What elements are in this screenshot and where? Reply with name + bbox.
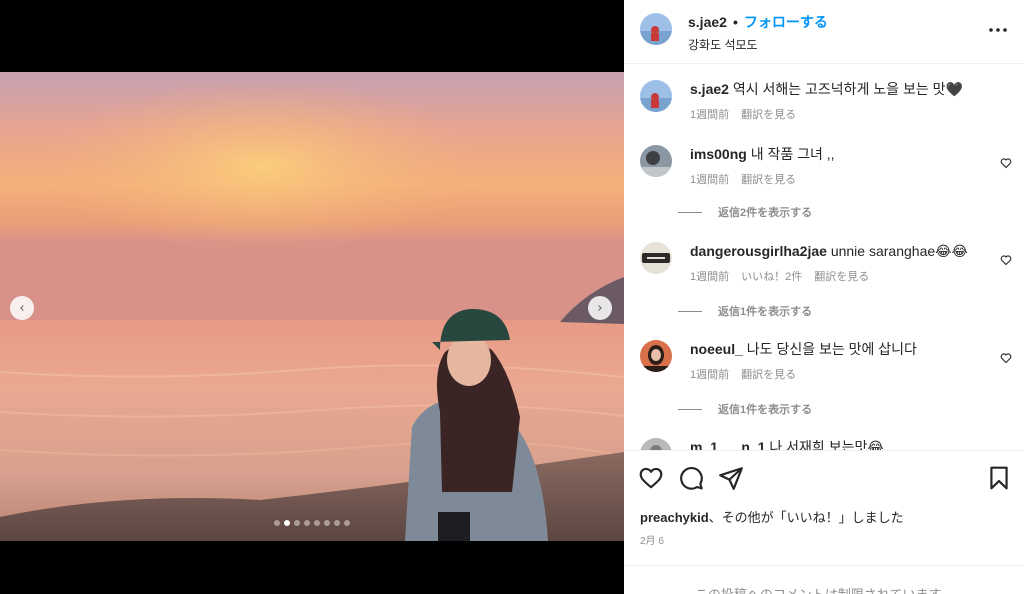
comment-text: 역시 서해는 고즈넉하게 노을 보는 맛🖤: [732, 81, 963, 97]
avatar[interactable]: [640, 242, 672, 274]
next-glyph: ›: [597, 300, 603, 316]
header-username[interactable]: s.jae2: [688, 14, 727, 30]
view-replies-label: 返信1件を表示する: [718, 306, 813, 318]
comment-text: 나 서재희 보는맛😂: [769, 439, 884, 450]
send-icon[interactable]: [718, 465, 744, 491]
post-media: ‹ ›: [0, 0, 624, 594]
heart-icon[interactable]: [1000, 352, 1012, 364]
translate-button[interactable]: 翻訳を見る: [741, 106, 796, 122]
comment-time[interactable]: 1週間前: [690, 106, 729, 122]
view-replies-label: 返信2件を表示する: [718, 207, 813, 219]
comment-username[interactable]: s.jae2: [690, 81, 729, 97]
comment-time[interactable]: 1週間前: [690, 268, 729, 284]
carousel-dot: [324, 520, 330, 526]
comments-list[interactable]: s.jae2 역시 서해는 고즈넉하게 노을 보는 맛🖤 1週間前 翻訳を見る …: [624, 65, 1024, 450]
view-replies-button[interactable]: 返信1件を表示する: [678, 303, 812, 319]
comment-username[interactable]: noeeul_: [690, 341, 743, 357]
likes-summary[interactable]: preachykid、その他が「いいね！」しました: [640, 507, 904, 526]
avatar[interactable]: [640, 340, 672, 372]
avatar[interactable]: [640, 438, 672, 450]
avatar[interactable]: [640, 80, 672, 112]
location-link[interactable]: 강화도 석모도: [688, 36, 828, 53]
view-replies-button[interactable]: 返信2件を表示する: [678, 204, 812, 220]
comment-time[interactable]: 1週間前: [690, 366, 729, 382]
follow-button[interactable]: フォローする: [744, 12, 828, 32]
carousel-dot: [294, 520, 300, 526]
heart-icon[interactable]: [1000, 254, 1012, 266]
carousel-dot: [304, 520, 310, 526]
view-replies-label: 返信1件を表示する: [718, 404, 813, 416]
bookmark-icon[interactable]: [986, 465, 1012, 491]
post-date[interactable]: 2月 6: [640, 532, 664, 547]
carousel-dot: [314, 520, 320, 526]
comment-time[interactable]: 1週間前: [690, 171, 729, 187]
comment-text: unnie saranghae😂😂: [830, 243, 968, 259]
likes-user[interactable]: preachykid: [640, 510, 709, 525]
replies-line: [678, 408, 702, 410]
comment-text: 나도 당신을 보는 맛에 삽니다: [746, 341, 917, 357]
comment-username[interactable]: ims00ng: [690, 146, 747, 162]
comment-username[interactable]: m_1___n_1: [690, 439, 766, 450]
post-header: s.jae2 • フォローする 강화도 석모도: [624, 0, 1024, 64]
comment-likes[interactable]: いいね！2件: [741, 268, 802, 284]
replies-line: [678, 310, 702, 312]
comment-text: 내 작품 그녀 ,,: [750, 146, 835, 162]
chevron-left-icon[interactable]: ‹: [10, 296, 34, 320]
heart-icon[interactable]: [1000, 157, 1012, 169]
prev-glyph: ‹: [19, 300, 25, 316]
carousel-dots: [0, 520, 624, 526]
view-replies-button[interactable]: 返信1件を表示する: [678, 401, 812, 417]
post-photo[interactable]: [0, 72, 624, 541]
more-horizontal-icon[interactable]: [986, 18, 1010, 42]
post-side-panel: s.jae2 • フォローする 강화도 석모도 s.jae2 역시 서해는 고즈…: [624, 0, 1024, 594]
carousel-dot: [344, 520, 350, 526]
carousel-dot: [274, 520, 280, 526]
avatar[interactable]: [640, 145, 672, 177]
heart-icon[interactable]: [638, 465, 664, 491]
comment-username[interactable]: dangerousgirlha2jae: [690, 243, 827, 259]
translate-button[interactable]: 翻訳を見る: [814, 268, 869, 284]
carousel-dot-active: [284, 520, 290, 526]
likes-suffix: 、その他が「いいね！」しました: [708, 510, 904, 525]
avatar[interactable]: [640, 13, 672, 45]
post-actions: preachykid、その他が「いいね！」しました 2月 6 この投稿へのコメン…: [624, 450, 1024, 594]
comments-limited-notice: この投稿へのコメントは制限されています。: [624, 565, 1024, 594]
header-text: s.jae2 • フォローする 강화도 석모도: [688, 12, 828, 53]
translate-button[interactable]: 翻訳を見る: [741, 171, 796, 187]
comment-icon[interactable]: [678, 465, 704, 491]
chevron-right-icon[interactable]: ›: [588, 296, 612, 320]
replies-line: [678, 211, 702, 213]
translate-button[interactable]: 翻訳を見る: [741, 366, 796, 382]
separator-dot: •: [732, 14, 738, 30]
carousel-dot: [334, 520, 340, 526]
